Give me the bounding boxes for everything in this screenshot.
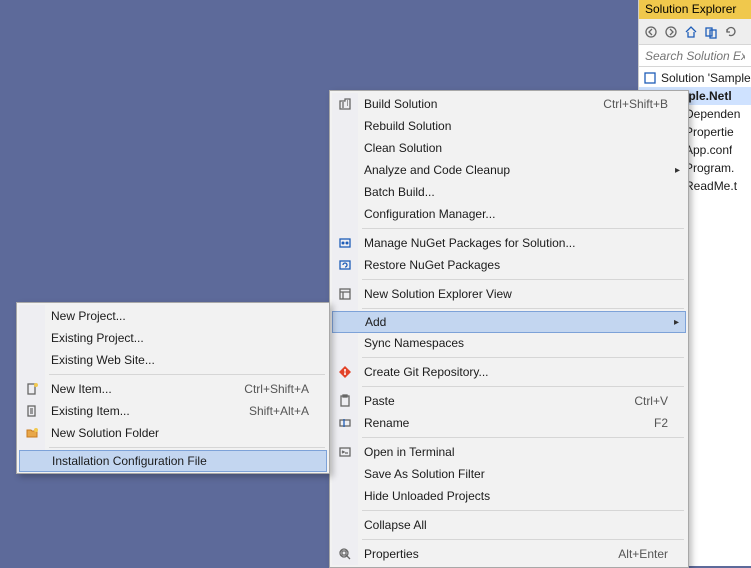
menu-item-add[interactable]: Add xyxy=(332,311,686,333)
menu-item-label: Open in Terminal xyxy=(364,445,455,459)
menu-separator xyxy=(362,437,684,438)
solution-explorer-toolbar xyxy=(639,19,751,45)
menu-item-label: Hide Unloaded Projects xyxy=(364,489,490,503)
rename-icon xyxy=(337,415,353,431)
menu-item-existing-project[interactable]: Existing Project... xyxy=(19,327,327,349)
menu-separator xyxy=(362,539,684,540)
nuget-icon xyxy=(337,235,353,251)
menu-item-new-project[interactable]: New Project... xyxy=(19,305,327,327)
menu-item-label: New Solution Folder xyxy=(51,426,159,440)
menu-item-paste[interactable]: Paste Ctrl+V xyxy=(332,390,686,412)
menu-item-new-item[interactable]: New Item... Ctrl+Shift+A xyxy=(19,378,327,400)
menu-item-collapse-all[interactable]: Collapse All xyxy=(332,514,686,536)
menu-item-label: Existing Project... xyxy=(51,331,144,345)
solution-icon xyxy=(643,71,657,85)
menu-separator xyxy=(362,386,684,387)
menu-item-label: Rename xyxy=(364,416,409,430)
new-view-icon xyxy=(337,286,353,302)
back-icon[interactable] xyxy=(642,23,660,41)
menu-separator xyxy=(362,357,684,358)
menu-item-create-git-repository[interactable]: Create Git Repository... xyxy=(332,361,686,383)
restore-nuget-icon xyxy=(337,257,353,273)
menu-item-analyze-and-code-cleanup[interactable]: Analyze and Code Cleanup xyxy=(332,159,686,181)
menu-item-open-in-terminal[interactable]: Open in Terminal xyxy=(332,441,686,463)
menu-separator xyxy=(49,447,325,448)
menu-item-shortcut: Shift+Alt+A xyxy=(249,404,309,418)
menu-item-label: Save As Solution Filter xyxy=(364,467,485,481)
menu-item-label: Collapse All xyxy=(364,518,427,532)
menu-item-label: Add xyxy=(365,315,386,329)
menu-item-shortcut: Alt+Enter xyxy=(618,547,668,561)
solution-context-menu: Build Solution Ctrl+Shift+B Rebuild Soluti… xyxy=(329,90,689,568)
menu-item-clean-solution[interactable]: Clean Solution xyxy=(332,137,686,159)
existing-item-icon xyxy=(24,403,40,419)
menu-separator xyxy=(362,279,684,280)
refresh-icon[interactable] xyxy=(722,23,740,41)
menu-item-build-solution[interactable]: Build Solution Ctrl+Shift+B xyxy=(332,93,686,115)
menu-item-rename[interactable]: Rename F2 xyxy=(332,412,686,434)
menu-item-label: Analyze and Code Cleanup xyxy=(364,163,510,177)
switch-view-icon[interactable] xyxy=(702,23,720,41)
menu-item-shortcut: Ctrl+Shift+B xyxy=(603,97,668,111)
menu-item-shortcut: Ctrl+Shift+A xyxy=(244,382,309,396)
menu-separator xyxy=(362,308,684,309)
menu-item-configuration-manager[interactable]: Configuration Manager... xyxy=(332,203,686,225)
menu-item-label: Existing Web Site... xyxy=(51,353,155,367)
home-icon[interactable] xyxy=(682,23,700,41)
menu-item-label: New Solution Explorer View xyxy=(364,287,512,301)
menu-item-existing-web-site[interactable]: Existing Web Site... xyxy=(19,349,327,371)
menu-item-restore-nuget-packages[interactable]: Restore NuGet Packages xyxy=(332,254,686,276)
menu-separator xyxy=(362,510,684,511)
menu-item-properties[interactable]: Properties Alt+Enter xyxy=(332,543,686,565)
menu-item-sync-namespaces[interactable]: Sync Namespaces xyxy=(332,332,686,354)
menu-item-new-solution-explorer-view[interactable]: New Solution Explorer View xyxy=(332,283,686,305)
menu-item-label: Batch Build... xyxy=(364,185,435,199)
git-icon xyxy=(337,364,353,380)
menu-item-hide-unloaded-projects[interactable]: Hide Unloaded Projects xyxy=(332,485,686,507)
menu-item-existing-item[interactable]: Existing Item... Shift+Alt+A xyxy=(19,400,327,422)
menu-item-batch-build[interactable]: Batch Build... xyxy=(332,181,686,203)
menu-item-manage-nuget-packages-for-solution[interactable]: Manage NuGet Packages for Solution... xyxy=(332,232,686,254)
menu-item-label: Installation Configuration File xyxy=(52,454,207,468)
menu-item-label: Existing Item... xyxy=(51,404,130,418)
menu-item-installation-configuration-file[interactable]: Installation Configuration File xyxy=(19,450,327,472)
build-icon xyxy=(337,96,353,112)
forward-icon[interactable] xyxy=(662,23,680,41)
menu-separator xyxy=(362,228,684,229)
menu-item-label: Manage NuGet Packages for Solution... xyxy=(364,236,575,250)
menu-item-save-as-solution-filter[interactable]: Save As Solution Filter xyxy=(332,463,686,485)
menu-item-label: Build Solution xyxy=(364,97,437,111)
paste-icon xyxy=(337,393,353,409)
menu-item-label: Paste xyxy=(364,394,395,408)
solution-explorer-title: Solution Explorer xyxy=(639,0,751,19)
menu-item-label: Restore NuGet Packages xyxy=(364,258,500,272)
menu-item-label: New Item... xyxy=(51,382,112,396)
menu-item-label: New Project... xyxy=(51,309,126,323)
menu-item-shortcut: Ctrl+V xyxy=(634,394,668,408)
add-submenu: New Project... Existing Project... Existin… xyxy=(16,302,330,474)
menu-item-label: Create Git Repository... xyxy=(364,365,489,379)
new-folder-icon xyxy=(24,425,40,441)
menu-item-label: Properties xyxy=(364,547,419,561)
menu-item-label: Configuration Manager... xyxy=(364,207,495,221)
menu-item-new-solution-folder[interactable]: New Solution Folder xyxy=(19,422,327,444)
menu-item-rebuild-solution[interactable]: Rebuild Solution xyxy=(332,115,686,137)
menu-separator xyxy=(49,374,325,375)
menu-item-shortcut: F2 xyxy=(654,416,668,430)
menu-item-label: Rebuild Solution xyxy=(364,119,451,133)
properties-icon xyxy=(337,546,353,562)
new-item-icon xyxy=(24,381,40,397)
solution-node[interactable]: Solution 'Sample xyxy=(639,69,751,87)
menu-item-label: Clean Solution xyxy=(364,141,442,155)
solution-explorer-search[interactable] xyxy=(639,45,751,67)
menu-item-label: Sync Namespaces xyxy=(364,336,464,350)
terminal-icon xyxy=(337,444,353,460)
